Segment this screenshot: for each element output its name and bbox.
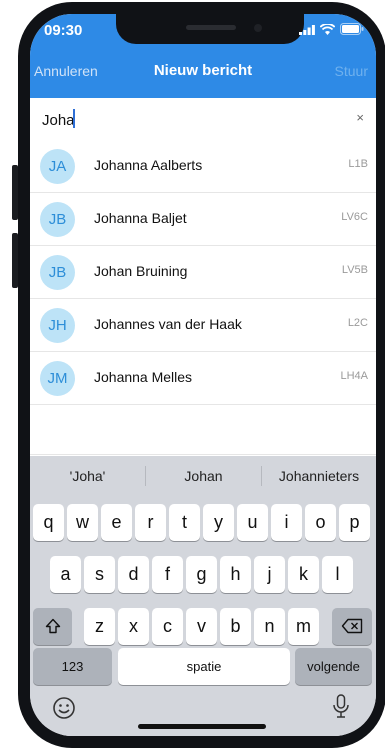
contact-row[interactable]: JA Johanna Aalberts L1B (30, 140, 376, 193)
contact-code: LV6C (341, 211, 368, 223)
status-time: 09:30 (44, 22, 83, 39)
contact-code: LV5B (341, 264, 368, 276)
contact-row[interactable]: JB Johanna Baljet LV6C (30, 193, 376, 246)
battery-icon (340, 23, 364, 35)
next-key[interactable]: volgende (295, 648, 372, 685)
key-c[interactable]: c (152, 608, 183, 645)
contact-name: Johan Bruining (94, 263, 188, 279)
key-f[interactable]: f (152, 556, 183, 593)
key-o[interactable]: o (305, 504, 336, 541)
suggestion-item[interactable]: Johannieters (262, 468, 376, 484)
key-r[interactable]: r (135, 504, 166, 541)
volume-button (12, 233, 18, 288)
key-p[interactable]: p (339, 504, 370, 541)
key-q[interactable]: q (33, 504, 64, 541)
backspace-icon (341, 618, 363, 634)
key-e[interactable]: e (101, 504, 132, 541)
suggestion-item[interactable]: Johan (146, 468, 261, 484)
key-t[interactable]: t (169, 504, 200, 541)
wifi-icon (320, 23, 335, 35)
suggestion-bar: 'Joha' Johan Johannieters (30, 456, 376, 496)
key-z[interactable]: z (84, 608, 115, 645)
contact-row[interactable]: JM Johanna Melles LH4A (30, 352, 376, 405)
silent-switch (12, 165, 18, 220)
shift-icon (45, 618, 60, 634)
avatar: JB (40, 202, 75, 237)
key-n[interactable]: n (254, 608, 285, 645)
key-b[interactable]: b (220, 608, 251, 645)
camera (254, 24, 262, 32)
key-i[interactable]: i (271, 504, 302, 541)
numbers-key[interactable]: 123 (33, 648, 112, 685)
key-x[interactable]: x (118, 608, 149, 645)
key-s[interactable]: s (84, 556, 115, 593)
contact-row[interactable]: JH Johannes van der Haak L2C (30, 299, 376, 352)
contact-name: Johanna Baljet (94, 210, 187, 226)
contact-name: Johanna Aalberts (94, 157, 203, 173)
suggestion-item[interactable]: 'Joha' (30, 468, 145, 484)
speaker (186, 25, 236, 30)
contact-code: L1B (348, 158, 368, 170)
key-h[interactable]: h (220, 556, 251, 593)
clear-search-button[interactable]: × (356, 110, 364, 125)
avatar: JH (40, 308, 75, 343)
key-d[interactable]: d (118, 556, 149, 593)
text-cursor (73, 109, 75, 128)
contact-code: L2C (347, 317, 368, 329)
navigation-bar: Annuleren Nieuw bericht Stuur (30, 56, 376, 86)
recipient-search-row: × (30, 98, 376, 141)
contact-name: Johannes van der Haak (94, 316, 242, 332)
status-icons (299, 23, 364, 35)
page-title: Nieuw bericht (153, 62, 253, 79)
key-v[interactable]: v (186, 608, 217, 645)
header-bar: 09:30 Annuleren Nieuw bericht Stuur (30, 14, 376, 98)
key-k[interactable]: k (288, 556, 319, 593)
recipient-search-input[interactable] (40, 108, 334, 132)
key-g[interactable]: g (186, 556, 217, 593)
avatar: JA (40, 149, 75, 184)
contact-results-list: JA Johanna Aalberts L1B JB Johanna Balje… (30, 140, 376, 405)
shift-key[interactable] (33, 608, 72, 645)
key-j[interactable]: j (254, 556, 285, 593)
avatar: JM (40, 361, 75, 396)
contact-name: Johanna Melles (94, 369, 193, 385)
key-w[interactable]: w (67, 504, 98, 541)
home-indicator[interactable] (138, 724, 266, 729)
empty-list-row (30, 402, 376, 455)
key-l[interactable]: l (322, 556, 353, 593)
onscreen-keyboard: 'Joha' Johan Johannieters q w e r t y u … (30, 456, 376, 736)
contact-code: LH4A (340, 370, 368, 382)
avatar: JB (40, 255, 75, 290)
space-key[interactable]: spatie (118, 648, 290, 685)
notch (116, 14, 304, 44)
key-a[interactable]: a (50, 556, 81, 593)
signal-icon (299, 24, 315, 35)
key-y[interactable]: y (203, 504, 234, 541)
key-m[interactable]: m (288, 608, 319, 645)
microphone-icon[interactable] (332, 694, 350, 720)
screen: 09:30 Annuleren Nieuw bericht Stuur Joha… (30, 14, 376, 736)
key-u[interactable]: u (237, 504, 268, 541)
emoji-icon[interactable] (52, 696, 76, 720)
send-button[interactable]: Stuur (335, 63, 368, 79)
backspace-key[interactable] (332, 608, 372, 645)
contact-row[interactable]: JB Johan Bruining LV5B (30, 246, 376, 299)
